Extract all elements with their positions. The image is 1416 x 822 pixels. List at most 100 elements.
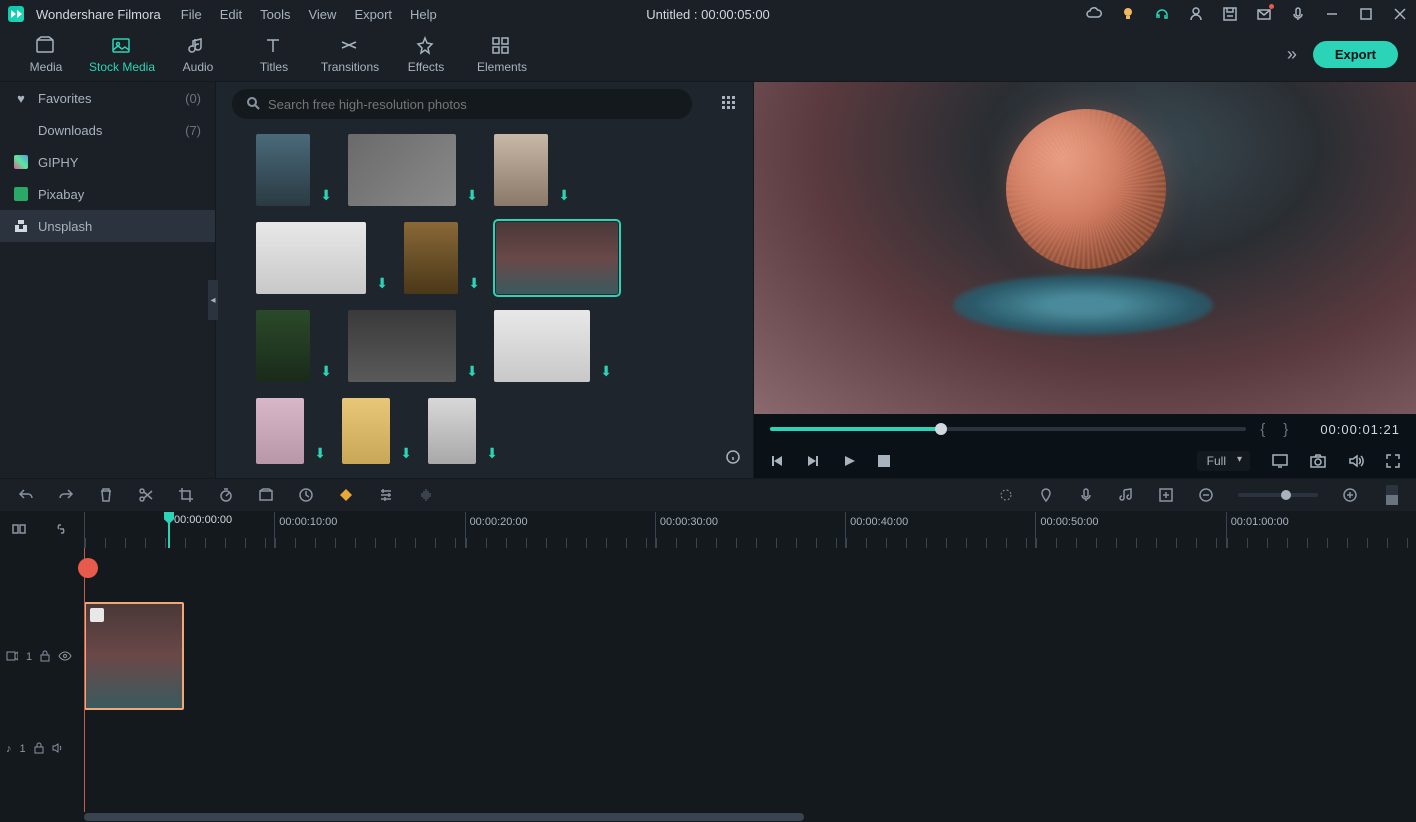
timeline-scrollbar[interactable] xyxy=(0,812,1416,822)
search-input[interactable] xyxy=(232,89,692,119)
stock-thumb[interactable]: ⬇ xyxy=(348,310,456,382)
stock-thumb[interactable]: ⬇ xyxy=(256,222,366,294)
download-icon[interactable]: ⬇ xyxy=(466,363,478,380)
stock-thumb[interactable]: ⬇ xyxy=(256,398,304,464)
next-frame-icon[interactable] xyxy=(806,454,820,468)
user-icon[interactable] xyxy=(1188,6,1204,22)
sidebar-giphy[interactable]: GIPHY xyxy=(0,146,215,178)
mark-in-out-icon[interactable]: {} xyxy=(1260,421,1306,438)
adjust-icon[interactable] xyxy=(378,487,394,503)
lightbulb-icon[interactable] xyxy=(1120,6,1136,22)
sidebar-unsplash[interactable]: Unsplash xyxy=(0,210,215,242)
undo-icon[interactable] xyxy=(18,487,34,503)
download-icon[interactable]: ⬇ xyxy=(600,363,612,380)
sidebar-favorites[interactable]: ♥Favorites(0) xyxy=(0,82,215,114)
save-icon[interactable] xyxy=(1222,6,1238,22)
preview-canvas[interactable] xyxy=(754,82,1416,414)
stock-thumb[interactable]: ⬇ xyxy=(348,134,456,206)
collapse-sidebar-icon[interactable]: ◂ xyxy=(208,280,218,320)
delete-icon[interactable] xyxy=(98,487,114,503)
stock-thumb[interactable]: ⬇ xyxy=(428,398,476,464)
timeline-marker[interactable] xyxy=(78,558,98,578)
stock-thumb[interactable]: ⬇ xyxy=(494,134,548,206)
download-icon[interactable]: ⬇ xyxy=(320,363,332,380)
download-icon[interactable]: ⬇ xyxy=(558,187,570,204)
minimize-icon[interactable] xyxy=(1324,6,1340,22)
color-icon[interactable] xyxy=(258,487,274,503)
menu-file[interactable]: File xyxy=(181,7,202,22)
stock-thumb[interactable]: ⬇ xyxy=(342,398,390,464)
download-icon[interactable]: ⬇ xyxy=(314,445,326,462)
download-icon[interactable]: ⬇ xyxy=(468,275,480,292)
playhead[interactable]: 00:00:00:00 xyxy=(168,512,170,548)
close-icon[interactable] xyxy=(1392,6,1408,22)
menu-edit[interactable]: Edit xyxy=(220,7,242,22)
snapshot-icon[interactable] xyxy=(1310,454,1326,468)
menu-export[interactable]: Export xyxy=(354,7,392,22)
play-icon[interactable] xyxy=(842,454,856,468)
crop-icon[interactable] xyxy=(178,487,194,503)
prev-frame-icon[interactable] xyxy=(770,454,784,468)
stop-icon[interactable] xyxy=(878,455,890,467)
info-icon[interactable] xyxy=(725,449,741,468)
split-icon[interactable] xyxy=(138,487,154,503)
tl-toggle-icon[interactable] xyxy=(12,522,26,539)
speaker-icon[interactable] xyxy=(52,743,64,756)
download-icon[interactable]: ⬇ xyxy=(466,187,478,204)
maximize-icon[interactable] xyxy=(1358,6,1374,22)
tab-titles[interactable]: Titles xyxy=(236,32,312,78)
zoom-slider[interactable] xyxy=(1238,493,1318,497)
stock-thumb[interactable]: ⬇ xyxy=(404,222,458,294)
quality-select[interactable]: Full xyxy=(1197,451,1250,471)
lock-icon[interactable] xyxy=(34,742,44,757)
scrub-slider[interactable] xyxy=(770,427,1246,431)
render-icon[interactable] xyxy=(998,487,1014,503)
stock-thumb[interactable]: ⬇ xyxy=(494,310,590,382)
redo-icon[interactable] xyxy=(58,487,74,503)
headset-icon[interactable] xyxy=(1154,6,1170,22)
music-icon[interactable] xyxy=(1118,487,1134,503)
mic-icon[interactable] xyxy=(1290,6,1306,22)
more-tabs-icon[interactable]: » xyxy=(1287,44,1297,65)
download-icon[interactable]: ⬇ xyxy=(320,187,332,204)
tab-audio[interactable]: Audio xyxy=(160,32,236,78)
display-icon[interactable] xyxy=(1272,454,1288,468)
audio-track[interactable]: ♪ 1 xyxy=(0,734,1416,764)
menu-help[interactable]: Help xyxy=(410,7,437,22)
tab-media[interactable]: Media xyxy=(8,32,84,78)
menu-tools[interactable]: Tools xyxy=(260,7,290,22)
mail-icon[interactable] xyxy=(1256,6,1272,22)
video-clip[interactable] xyxy=(84,602,184,710)
mixer-icon[interactable] xyxy=(1158,487,1174,503)
timeline-ruler[interactable]: 00:00:00:00 00:00:00:00 00:00:10:00 00:0… xyxy=(0,512,1416,548)
cloud-icon[interactable] xyxy=(1086,6,1102,22)
stock-thumb[interactable]: ⬇ xyxy=(256,310,310,382)
speed-icon[interactable] xyxy=(218,487,234,503)
sidebar-downloads[interactable]: Downloads(7) xyxy=(0,114,215,146)
stock-thumb-selected[interactable] xyxy=(496,222,618,294)
record-vo-icon[interactable] xyxy=(1078,487,1094,503)
sidebar-pixabay[interactable]: Pixabay xyxy=(0,178,215,210)
lock-icon[interactable] xyxy=(40,650,50,665)
download-icon[interactable]: ⬇ xyxy=(486,445,498,462)
download-icon[interactable]: ⬇ xyxy=(376,275,388,292)
fullscreen-icon[interactable] xyxy=(1386,454,1400,468)
tab-elements[interactable]: Elements xyxy=(464,32,540,78)
tl-link-icon[interactable] xyxy=(54,522,68,539)
download-icon[interactable]: ⬇ xyxy=(400,445,412,462)
stock-thumb[interactable]: ⬇ xyxy=(256,134,310,206)
duration-icon[interactable] xyxy=(298,487,314,503)
grid-view-icon[interactable] xyxy=(721,95,737,114)
zoom-in-icon[interactable] xyxy=(1342,487,1358,503)
video-track[interactable]: 1 xyxy=(0,602,1416,712)
zoom-out-icon[interactable] xyxy=(1198,487,1214,503)
export-button[interactable]: Export xyxy=(1313,41,1398,68)
tab-stock-media[interactable]: Stock Media xyxy=(84,32,160,78)
menu-view[interactable]: View xyxy=(308,7,336,22)
marker-icon[interactable] xyxy=(1038,487,1054,503)
tab-transitions[interactable]: Transitions xyxy=(312,32,388,78)
keyframe-icon[interactable] xyxy=(338,487,354,503)
tab-effects[interactable]: Effects xyxy=(388,32,464,78)
eye-icon[interactable] xyxy=(58,651,72,664)
audio-wave-icon[interactable] xyxy=(418,487,434,503)
